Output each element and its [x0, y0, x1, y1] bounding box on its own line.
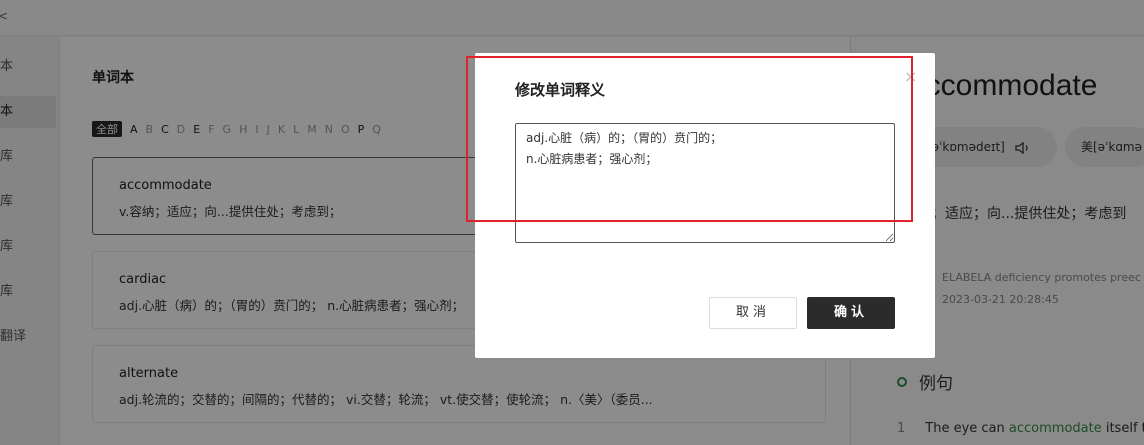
confirm-button[interactable]: 确认	[807, 297, 895, 329]
highlight-annotation-box	[466, 56, 913, 222]
cancel-button[interactable]: 取消	[709, 297, 797, 329]
